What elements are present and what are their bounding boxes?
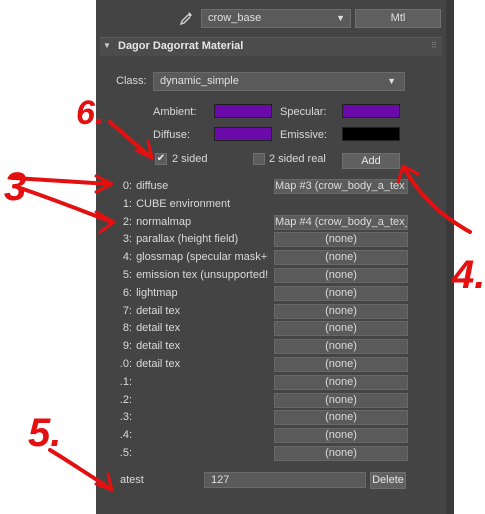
slot-index: .5:: [119, 447, 132, 459]
emissive-label: Emissive:: [280, 129, 328, 141]
slot-index: 4:: [122, 251, 132, 263]
slot-label: 8: detail tex: [116, 322, 268, 334]
slot-map-button[interactable]: (none): [274, 428, 408, 443]
slot-label: .0: detail tex: [116, 358, 268, 370]
slot-index: .2:: [119, 394, 132, 406]
atest-value-field[interactable]: 127: [204, 472, 366, 488]
chevron-down-icon: ▼: [336, 13, 345, 23]
slot-name: detail tex: [136, 340, 181, 352]
slot-label: 5: emission tex (unsupported!): [116, 269, 268, 281]
slot-map-button[interactable]: (none): [274, 268, 408, 283]
slot-label: 3: parallax (height field): [116, 233, 268, 245]
slot-map-button[interactable]: Map #3 (crow_body_a_tex: [274, 179, 408, 194]
slot-label: .1:: [116, 376, 268, 388]
two-sided-real-checkbox[interactable]: [253, 153, 265, 165]
slot-name: detail tex: [136, 358, 181, 370]
slot-index: .1:: [119, 376, 132, 388]
slot-label: 4: glossmap (specular mask+sh: [116, 251, 268, 263]
slot-map-button[interactable]: (none): [274, 304, 408, 319]
slot-index: .0:: [119, 358, 132, 370]
rollout-title: Dagor Dagorrat Material: [118, 40, 244, 52]
slot-label: .5:: [116, 447, 268, 459]
slot-label: .2:: [116, 394, 268, 406]
slot-map-button[interactable]: (none): [274, 375, 408, 390]
slot-index: 9:: [122, 340, 132, 352]
material-name-select[interactable]: crow_base ▼: [201, 9, 351, 28]
slot-label: 2: normalmap: [116, 216, 268, 228]
delete-button[interactable]: Delete: [370, 472, 406, 489]
annotation-4-number: 4.: [451, 253, 485, 297]
two-sided-label: 2 sided: [172, 153, 208, 165]
diffuse-label: Diffuse:: [153, 129, 191, 141]
two-sided-real-label: 2 sided real: [269, 153, 326, 165]
chevron-down-icon: ▼: [387, 76, 396, 86]
atest-label: atest: [120, 474, 144, 486]
material-name-value: crow_base: [208, 12, 262, 24]
slot-map-button[interactable]: (none): [274, 286, 408, 301]
slot-name: lightmap: [136, 287, 178, 299]
emissive-color-swatch[interactable]: [342, 127, 400, 141]
slot-map-button[interactable]: Map #4 (crow_body_a_tex_: [274, 215, 408, 230]
slot-index: 0:: [122, 180, 132, 192]
slot-name: diffuse: [136, 180, 169, 192]
class-value: dynamic_simple: [160, 75, 239, 87]
slot-index: 3:: [122, 233, 132, 245]
slot-index: .3:: [119, 411, 132, 423]
slot-index: 6:: [122, 287, 132, 299]
slot-index: 7:: [122, 305, 132, 317]
rollout-header[interactable]: ▼ Dagor Dagorrat Material ⠿: [100, 37, 442, 56]
panel-scrollbar-track[interactable]: [446, 0, 454, 514]
slot-label: .4:: [116, 429, 268, 441]
class-select[interactable]: dynamic_simple ▼: [153, 72, 405, 91]
slot-label: .3:: [116, 411, 268, 423]
slot-map-button[interactable]: (none): [274, 321, 408, 336]
slot-label: 6: lightmap: [116, 287, 268, 299]
slot-map-button[interactable]: (none): [274, 410, 408, 425]
eyedropper-icon[interactable]: [178, 10, 194, 26]
slot-label: 0: diffuse: [116, 180, 268, 192]
diffuse-color-swatch[interactable]: [214, 127, 272, 141]
slot-label: 1: CUBE environment: [116, 198, 268, 210]
slot-index: 8:: [122, 322, 132, 334]
ambient-color-swatch[interactable]: [214, 104, 272, 118]
slot-index: .4:: [119, 429, 132, 441]
collapse-triangle-icon: ▼: [103, 41, 111, 50]
slot-index: 2:: [122, 216, 132, 228]
slot-index: 1:: [122, 198, 132, 210]
slot-map-button[interactable]: (none): [274, 250, 408, 265]
slot-name: detail tex: [136, 305, 181, 317]
slot-name: normalmap: [136, 216, 192, 228]
two-sided-checkbox[interactable]: ✔: [155, 153, 167, 165]
add-button[interactable]: Add: [342, 153, 400, 169]
annotation-5-number: 5.: [28, 411, 61, 455]
specular-color-swatch[interactable]: [342, 104, 400, 118]
slot-name: glossmap (specular mask+sh: [136, 251, 268, 263]
slot-label: 9: detail tex: [116, 340, 268, 352]
slot-label: 7: detail tex: [116, 305, 268, 317]
material-type-button[interactable]: Mtl: [355, 9, 441, 28]
class-label: Class:: [116, 75, 147, 87]
slot-map-button[interactable]: (none): [274, 339, 408, 354]
annotation-3-number: 3: [4, 165, 26, 209]
slot-map-button[interactable]: (none): [274, 357, 408, 372]
slot-map-button[interactable]: (none): [274, 393, 408, 408]
slot-name: parallax (height field): [136, 233, 239, 245]
specular-label: Specular:: [280, 106, 327, 118]
slot-name: emission tex (unsupported!): [136, 269, 268, 281]
slot-name: detail tex: [136, 322, 181, 334]
slot-name: CUBE environment: [136, 198, 231, 210]
ambient-label: Ambient:: [153, 106, 197, 118]
atest-value: 127: [211, 474, 230, 486]
slot-map-button[interactable]: (none): [274, 446, 408, 461]
grip-dots-icon: ⠿: [431, 41, 437, 50]
slot-index: 5:: [122, 269, 132, 281]
slot-map-button[interactable]: (none): [274, 232, 408, 247]
